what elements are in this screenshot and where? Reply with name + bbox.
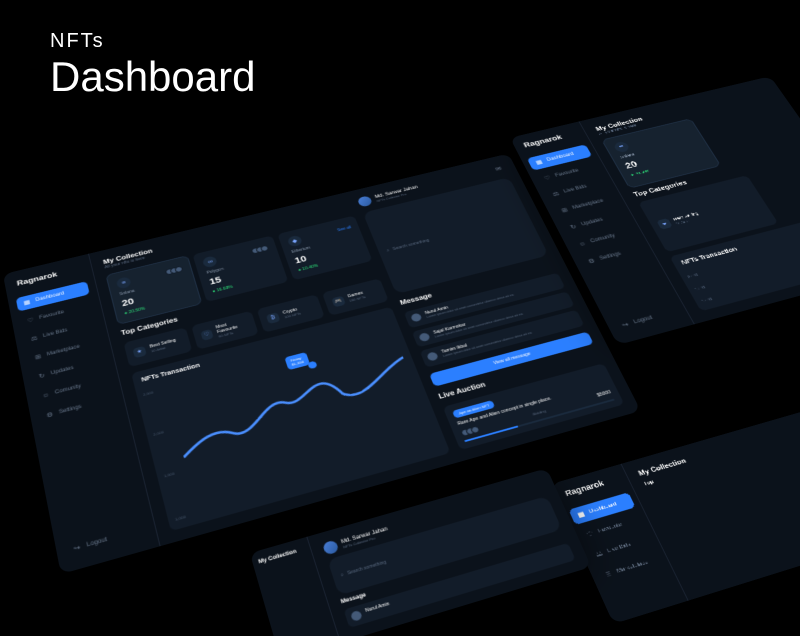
community-icon: ☺ <box>41 391 51 400</box>
avatar <box>175 266 184 274</box>
search-icon: ⌕ <box>340 572 344 578</box>
crypto-icon: ₿ <box>266 312 281 324</box>
search-icon: ⌕ <box>386 248 390 253</box>
chart-tooltip: Friday$1,358 <box>284 352 310 370</box>
nav-label: Live Bids <box>43 328 68 339</box>
logout-label: Logout <box>633 315 654 325</box>
heart-icon: ♡ <box>585 530 596 539</box>
chart-ytick: 1,000 <box>174 514 186 522</box>
heart-icon: ♡ <box>26 316 35 324</box>
chart-ytick: 1,500 <box>694 285 706 291</box>
solana-icon: ≡ <box>613 141 631 153</box>
community-icon: ☺ <box>577 240 588 248</box>
nav-label: Live Bids <box>607 542 632 554</box>
nav-label: Comunity <box>55 384 82 396</box>
avatar <box>350 610 363 622</box>
solana-icon: ≡ <box>116 276 132 289</box>
search-placeholder: Search something <box>347 559 387 576</box>
polygon-icon: ∞ <box>202 255 218 268</box>
nav-label: Favourite <box>597 522 623 534</box>
chart-ytick: 2,000 <box>687 273 699 279</box>
star-icon: ★ <box>132 346 146 358</box>
market-icon: ⊞ <box>603 570 614 579</box>
bids-icon: ⚖ <box>30 335 39 343</box>
nav-label: Live Bids <box>563 184 588 194</box>
logout-icon: ↪ <box>72 543 82 553</box>
overlay-title: Dashboard <box>50 53 255 101</box>
nav-label: Dashboard <box>35 291 65 302</box>
nav-label: Marketplace <box>616 560 649 575</box>
grid-icon: ▦ <box>534 159 544 166</box>
market-icon: ⊞ <box>33 353 42 361</box>
nav-label: Settings <box>599 251 622 261</box>
games-icon: 🎮 <box>331 295 346 307</box>
see-all-link[interactable]: See all <box>337 225 352 232</box>
updates-icon: ↻ <box>568 223 579 231</box>
nav-label: Marketplace <box>572 199 605 211</box>
user-avatar <box>322 540 339 556</box>
logout-label: Logout <box>86 537 107 548</box>
market-icon: ⊞ <box>559 207 570 215</box>
auction-price: $5000 <box>596 390 612 399</box>
updates-icon: ↻ <box>37 372 46 380</box>
chart-ytick: 2,500 <box>143 390 154 397</box>
nav-label: Marketplace <box>47 344 81 357</box>
gear-icon: ⚙ <box>45 411 55 420</box>
chart-ytick: 1,500 <box>163 471 175 478</box>
overlay-subtitle: NFTs <box>50 30 255 53</box>
avatar <box>418 332 431 342</box>
bids-icon: ⚖ <box>594 549 605 558</box>
logout-button[interactable]: ↪ Logout <box>64 521 148 560</box>
nav-label: Updates <box>51 366 75 377</box>
chart-line <box>164 325 427 482</box>
bidding-label: Bidding <box>532 408 547 416</box>
nav-label: Dashboard <box>588 502 617 515</box>
nav-label: Favourite <box>555 168 580 178</box>
heart-icon: ♡ <box>542 174 552 181</box>
grid-icon: ▦ <box>576 510 587 519</box>
search-placeholder: Search something <box>392 238 430 251</box>
grid-icon: ▦ <box>22 299 31 307</box>
bids-icon: ⚖ <box>551 190 561 197</box>
gear-icon: ⚙ <box>586 257 597 265</box>
nav-label: Favourite <box>39 310 65 321</box>
top-label: Top <box>643 431 800 487</box>
logout-button[interactable]: ↪Logout <box>612 303 684 335</box>
my-collection-title: My Collection <box>258 547 305 565</box>
chart-ytick: 1,000 <box>701 297 713 304</box>
notification-icon[interactable]: ✉ <box>494 165 506 173</box>
logout-icon: ↪ <box>620 321 631 330</box>
nav-label: Comunity <box>590 233 616 244</box>
msg-name: Nurul Amin <box>365 601 391 614</box>
user-avatar <box>357 195 373 207</box>
avatar <box>427 352 440 362</box>
nav-label: Updates <box>581 217 604 227</box>
nav-label: Dashboard <box>546 152 575 162</box>
avatar <box>410 313 422 323</box>
chart-ytick: 2,000 <box>153 430 164 437</box>
heart-icon: ♡ <box>200 329 214 341</box>
etherium-icon: ◆ <box>287 235 303 248</box>
brand-logo: Ragnarok <box>560 474 623 499</box>
nav-label: Settings <box>59 404 82 415</box>
star-icon: ★ <box>656 218 672 230</box>
dashboard-panel-tertiary: Ragnarok ▦Dashboard ♡Favourite ⚖Live Bid… <box>551 408 800 624</box>
